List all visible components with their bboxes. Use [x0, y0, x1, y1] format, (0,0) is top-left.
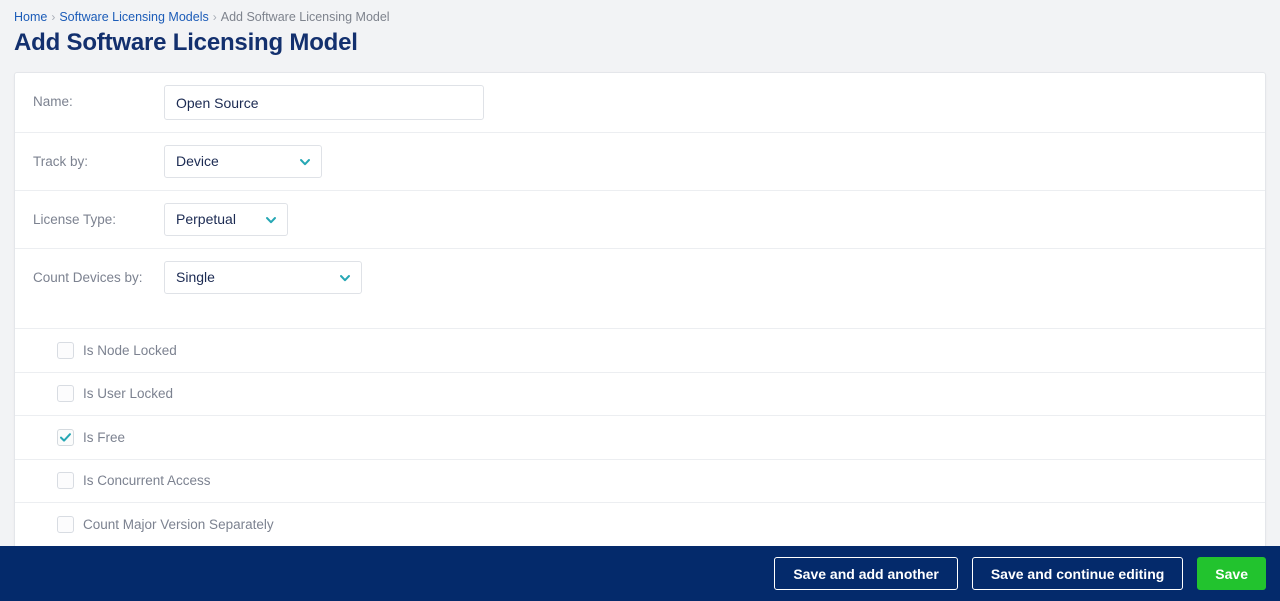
page-title: Add Software Licensing Model: [14, 29, 358, 56]
field-track-by: Device: [164, 133, 1247, 190]
checkbox-label-count-major-version-separately: Count Major Version Separately: [83, 517, 274, 533]
count-devices-by-selected-value: Single: [176, 269, 215, 285]
save-button[interactable]: Save: [1197, 557, 1266, 590]
checkbox-label-is-user-locked: Is User Locked: [83, 386, 174, 402]
track-by-select[interactable]: Device: [164, 145, 322, 178]
form-row-name: Name:: [15, 73, 1265, 133]
checkbox-is-free[interactable]: [57, 428, 74, 446]
breadcrumb-item-home[interactable]: Home: [14, 10, 47, 24]
breadcrumb: Home › Software Licensing Models › Add Softw…: [14, 9, 390, 25]
label-count-devices-by: Count Devices by:: [33, 270, 143, 285]
checkbox-label-is-free: Is Free: [83, 429, 126, 445]
checkbox-is-concurrent-access[interactable]: [57, 472, 74, 490]
checkbox-row-is-user-locked[interactable]: Is User Locked: [15, 373, 1265, 416]
checkbox-row-count-major-version-separately[interactable]: Count Major Version Separately: [15, 503, 1265, 547]
form-row-count-devices-by: Count Devices by: Single: [15, 249, 1265, 329]
save-and-add-another-button[interactable]: Save and add another: [774, 557, 958, 590]
label-name: Name:: [33, 94, 73, 109]
label-track-by: Track by:: [33, 154, 89, 169]
field-name: [164, 73, 1247, 132]
footer-action-bar: Save and add another Save and continue e…: [0, 546, 1280, 601]
checkbox-is-node-locked[interactable]: [57, 341, 74, 359]
checkbox-row-is-concurrent-access[interactable]: Is Concurrent Access: [15, 460, 1265, 503]
name-input[interactable]: [164, 85, 484, 120]
label-license-type: License Type:: [33, 212, 117, 227]
form-row-track-by: Track by: Device: [15, 133, 1265, 191]
form-card: Name: Track by: Device License Type: Per…: [14, 72, 1266, 548]
breadcrumb-separator: ›: [51, 10, 56, 24]
save-and-continue-editing-button[interactable]: Save and continue editing: [971, 557, 1184, 590]
breadcrumb-separator: ›: [212, 10, 217, 24]
checkbox-count-major-version-separately[interactable]: [57, 516, 74, 534]
field-count-devices-by: Single: [164, 249, 1247, 306]
count-devices-by-select[interactable]: Single: [164, 261, 362, 294]
form-row-license-type: License Type: Perpetual: [15, 191, 1265, 249]
field-license-type: Perpetual: [164, 191, 1247, 248]
check-icon: [59, 431, 72, 444]
checkbox-row-is-node-locked[interactable]: Is Node Locked: [15, 329, 1265, 373]
breadcrumb-item-current: Add Software Licensing Model: [220, 10, 390, 24]
checkbox-label-is-concurrent-access: Is Concurrent Access: [83, 473, 211, 489]
license-type-selected-value: Perpetual: [176, 211, 236, 227]
checkbox-is-user-locked[interactable]: [57, 385, 74, 403]
checkbox-row-is-free[interactable]: Is Free: [15, 416, 1265, 460]
license-type-select[interactable]: Perpetual: [164, 203, 288, 236]
breadcrumb-item-software-licensing-models[interactable]: Software Licensing Models: [59, 10, 208, 24]
track-by-selected-value: Device: [176, 153, 219, 169]
checkbox-label-is-node-locked: Is Node Locked: [83, 342, 177, 358]
